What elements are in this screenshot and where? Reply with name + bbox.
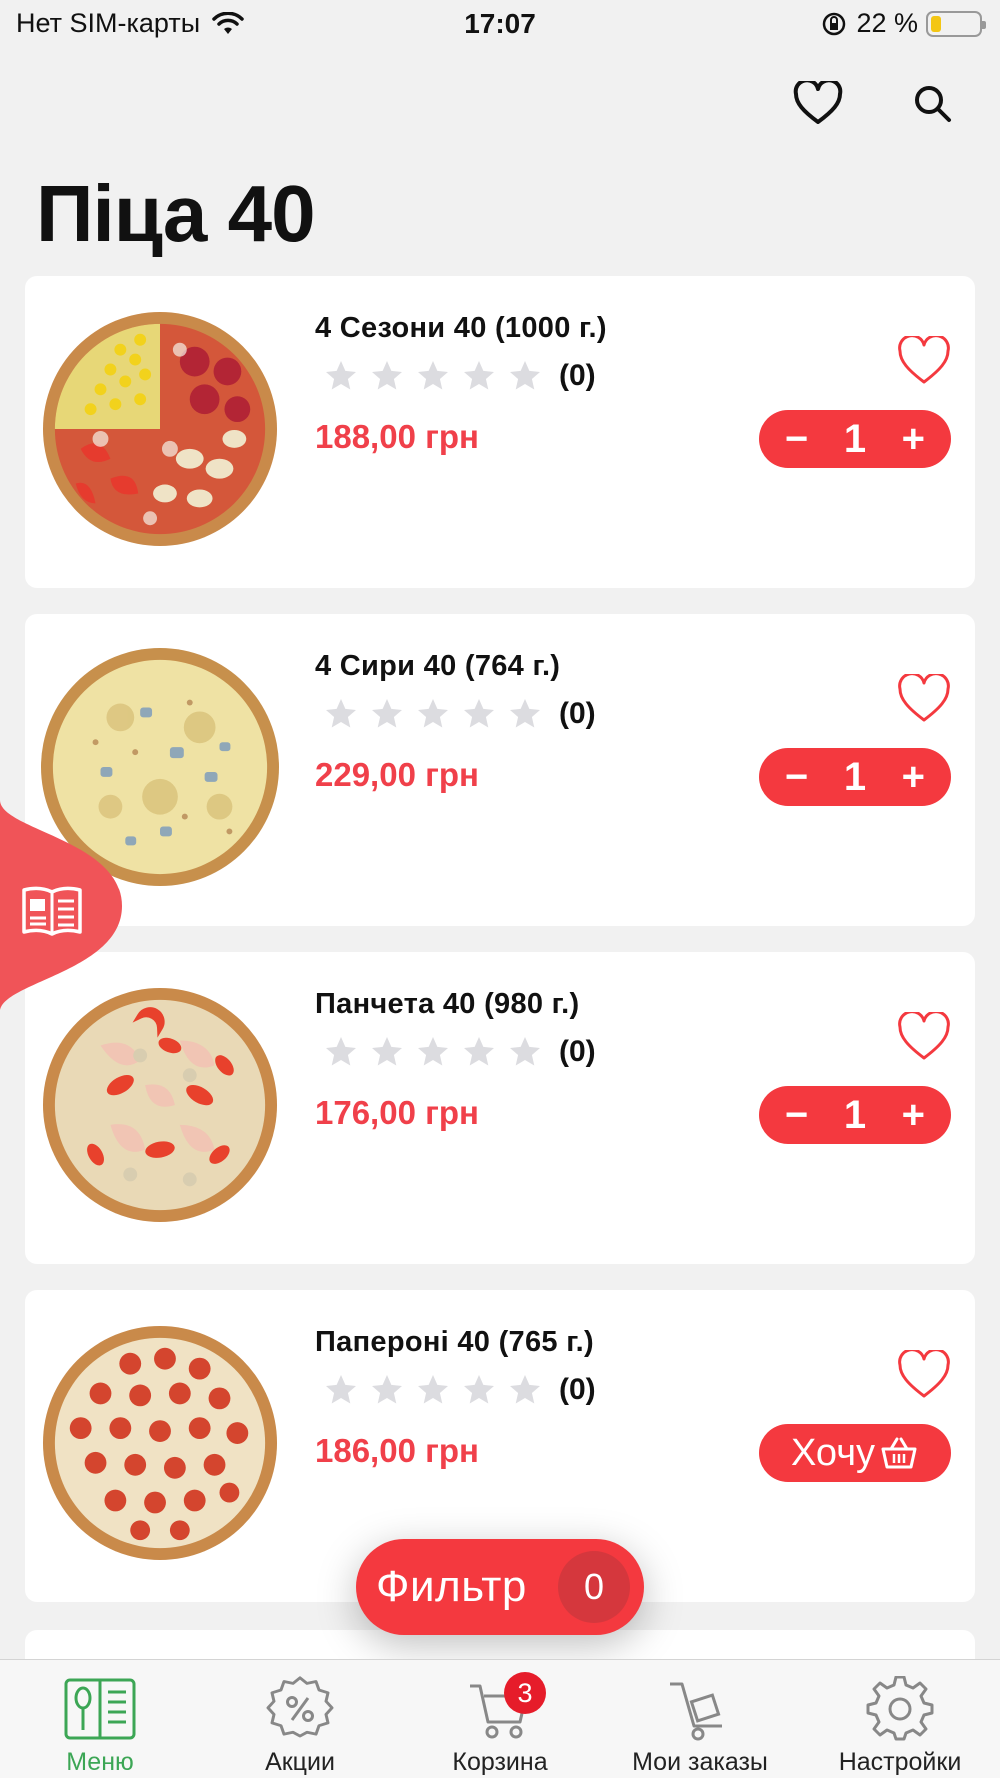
nav-item-menu[interactable]: Меню [0, 1660, 200, 1778]
rotation-lock-icon [823, 12, 846, 35]
rating-stars[interactable]: (0) [323, 1034, 596, 1070]
battery-level [931, 15, 942, 32]
nav-item-promotions[interactable]: Акции [200, 1660, 400, 1778]
star-icon[interactable] [415, 696, 451, 732]
settings-icon [866, 1676, 934, 1741]
search-button[interactable] [904, 75, 960, 131]
star-icon[interactable] [507, 1372, 543, 1408]
decrease-button[interactable]: − [785, 755, 808, 800]
nav-item-orders[interactable]: Мои заказы [600, 1660, 800, 1778]
nav-item-settings[interactable]: Настройки [800, 1660, 1000, 1778]
star-icon[interactable] [461, 696, 497, 732]
status-bar: Нет SIM-карты 17:07 22 % [0, 0, 1000, 50]
nav-label: Акции [265, 1748, 335, 1776]
favorite-heart-icon[interactable] [897, 1350, 951, 1400]
star-icon[interactable] [461, 1034, 497, 1070]
basket-icon [881, 1437, 917, 1469]
pizza-pancetta-image [42, 987, 278, 1223]
orders-icon [670, 1682, 722, 1741]
rating-count: (0) [559, 1035, 596, 1068]
favorite-heart-icon[interactable] [897, 674, 951, 724]
star-icon[interactable] [369, 1372, 405, 1408]
rating-count: (0) [559, 359, 596, 392]
increase-button[interactable]: + [902, 1093, 925, 1138]
decrease-button[interactable]: − [785, 1093, 808, 1138]
rating-count: (0) [559, 1373, 596, 1406]
battery-info: 22 % [820, 8, 986, 39]
product-card[interactable]: Панчета 40 (980 г.) (0) 176,00 грн − 1 + [25, 952, 975, 1264]
favorites-button[interactable] [790, 75, 846, 131]
rating-stars[interactable]: (0) [323, 696, 596, 732]
search-icon [915, 86, 951, 122]
star-icon[interactable] [415, 1372, 451, 1408]
product-name: 4 Сезони 40 (1000 г.) [315, 312, 607, 344]
increase-button[interactable]: + [902, 417, 925, 462]
star-icon[interactable] [507, 696, 543, 732]
increase-button[interactable]: + [902, 755, 925, 800]
product-card[interactable]: 4 Сири 40 (764 г.) (0) 229,00 грн − 1 + [25, 614, 975, 926]
filter-label: Фильтр [376, 1562, 527, 1611]
pizza-pepperoni-image [42, 1325, 278, 1561]
star-icon[interactable] [323, 1034, 359, 1070]
nav-label: Настройки [838, 1748, 962, 1776]
product-price: 186,00 грн [315, 1432, 479, 1469]
star-icon[interactable] [323, 1372, 359, 1408]
rating-stars[interactable]: (0) [323, 358, 596, 394]
star-icon[interactable] [415, 1034, 451, 1070]
add-to-cart-label: Хочу [790, 1431, 875, 1474]
favorite-heart-icon[interactable] [897, 336, 951, 386]
decrease-button[interactable]: − [785, 417, 808, 462]
favorite-heart-icon[interactable] [897, 1012, 951, 1062]
cart-badge: 3 [504, 1672, 546, 1714]
bottom-navigation: Меню Акции 3 Корзина Мои заказы Настройк… [0, 1659, 1000, 1778]
star-icon[interactable] [323, 358, 359, 394]
rating-stars[interactable]: (0) [323, 1372, 596, 1408]
nav-item-cart[interactable]: 3 Корзина [400, 1660, 600, 1778]
product-name: Панчета 40 (980 г.) [315, 988, 580, 1020]
menu-book-icon [64, 1678, 136, 1740]
product-price: 176,00 грн [315, 1094, 479, 1131]
filter-count-badge: 0 [558, 1551, 630, 1623]
battery-icon [926, 10, 986, 37]
discount-icon [266, 1676, 334, 1738]
catalog-side-tab[interactable] [0, 800, 122, 1012]
product-name: Папероні 40 (765 г.) [315, 1326, 594, 1358]
star-icon[interactable] [369, 1034, 405, 1070]
rating-count: (0) [559, 697, 596, 730]
quantity-stepper: − 1 + [759, 410, 951, 468]
quantity-value: 1 [843, 1092, 867, 1137]
nav-label: Корзина [452, 1748, 548, 1776]
quantity-stepper: − 1 + [759, 748, 951, 806]
quantity-value: 1 [843, 754, 867, 799]
star-icon[interactable] [507, 1034, 543, 1070]
product-name: 4 Сири 40 (764 г.) [315, 650, 561, 682]
quantity-value: 1 [843, 416, 867, 461]
star-icon[interactable] [461, 1372, 497, 1408]
star-icon[interactable] [507, 358, 543, 394]
star-icon[interactable] [415, 358, 451, 394]
star-icon[interactable] [323, 696, 359, 732]
star-icon[interactable] [461, 358, 497, 394]
star-icon[interactable] [369, 696, 405, 732]
add-to-cart-button[interactable]: Хочу [759, 1424, 951, 1482]
heart-icon [793, 81, 843, 124]
battery-percent: 22 % [856, 8, 918, 38]
product-price: 229,00 грн [315, 756, 479, 793]
pizza-four-seasons-image [42, 311, 278, 547]
nav-label: Мои заказы [632, 1748, 768, 1776]
page-title: Піца 40 [36, 169, 316, 258]
quantity-stepper: − 1 + [759, 1086, 951, 1144]
nav-label: Меню [66, 1748, 134, 1776]
filter-button[interactable]: Фильтр 0 [356, 1539, 644, 1635]
product-card[interactable]: 4 Сезони 40 (1000 г.) (0) 188,00 грн − 1… [25, 276, 975, 588]
product-price: 188,00 грн [315, 418, 479, 455]
star-icon[interactable] [369, 358, 405, 394]
header-actions [790, 75, 960, 131]
